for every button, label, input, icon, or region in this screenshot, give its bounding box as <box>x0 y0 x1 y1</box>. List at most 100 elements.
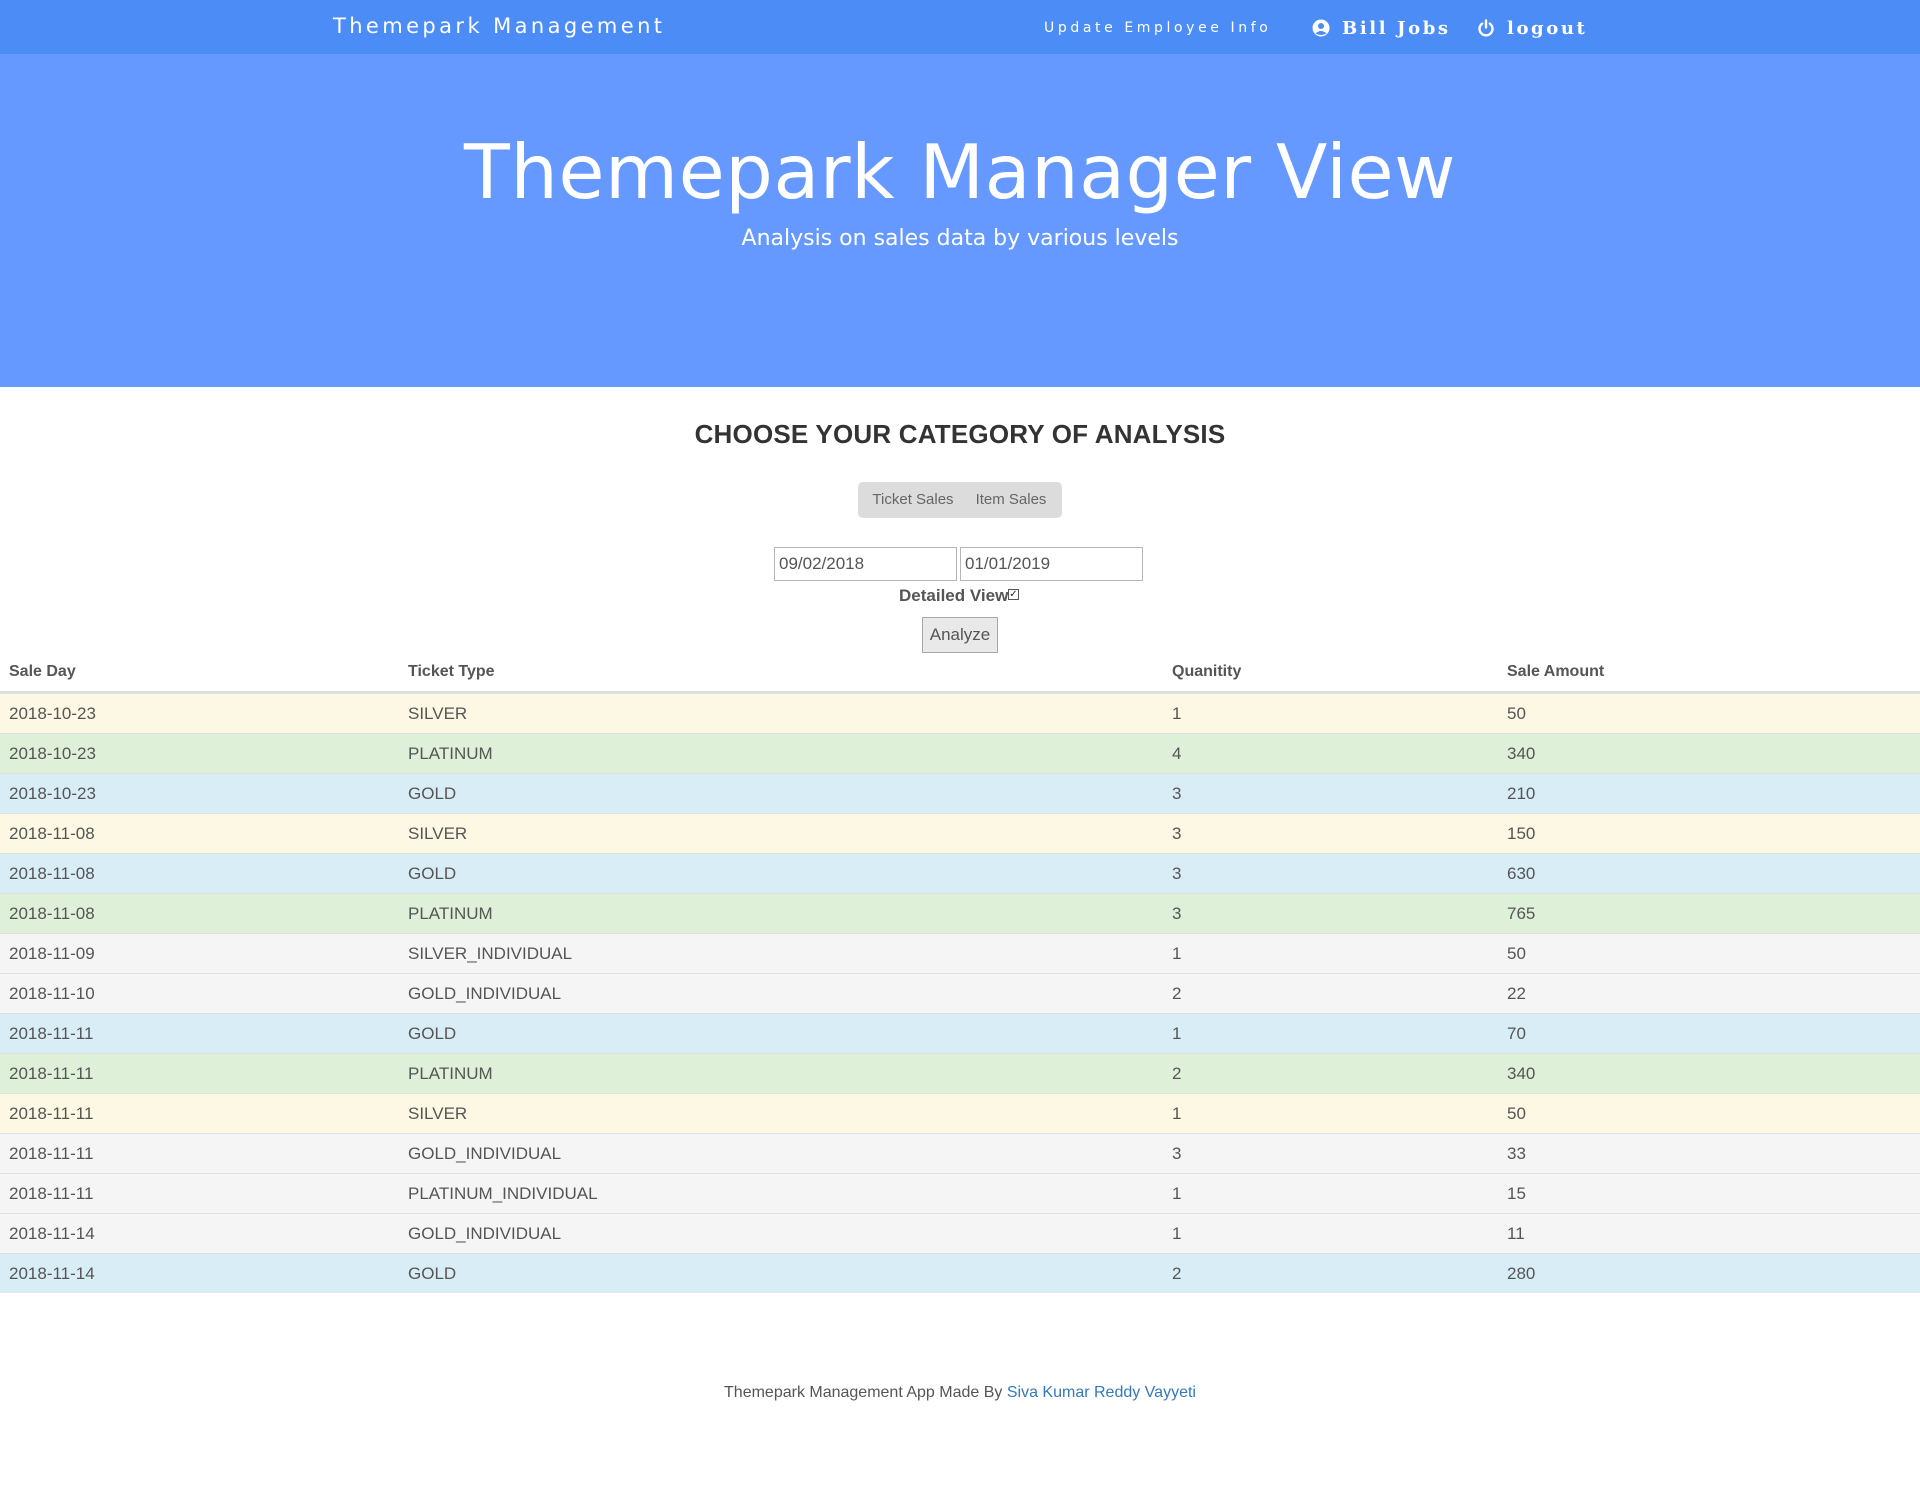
item-sales-button[interactable]: Item Sales <box>964 482 1058 518</box>
sale-day-cell: 2018-11-08 <box>9 864 95 883</box>
page-subtitle: Analysis on sales data by various levels <box>741 226 1179 251</box>
sale-day-cell: 2018-11-11 <box>9 1024 94 1043</box>
table-row: 2018-11-08 GOLD 3 630 <box>0 853 1920 893</box>
header-sale-amount: Sale Amount <box>1507 663 1605 680</box>
table-row: 2018-11-11 SILVER 1 50 <box>0 1093 1920 1133</box>
sale-day-cell: 2018-11-10 <box>9 984 95 1003</box>
ticket-type-cell: PLATINUM <box>408 1064 493 1083</box>
footer: Themepark Management App Made By Siva Ku… <box>0 1384 1920 1402</box>
sale-amount-cell: 280 <box>1507 1264 1536 1283</box>
sale-amount-cell: 11 <box>1507 1224 1525 1243</box>
ticket-type-cell: GOLD <box>408 1024 457 1043</box>
table-row: 2018-11-14 GOLD_INDIVIDUAL 1 11 <box>0 1213 1920 1253</box>
table-row: 2018-11-11 PLATINUM 2 340 <box>0 1053 1920 1093</box>
quantity-cell: 1 <box>1172 704 1182 723</box>
sale-day-cell: 2018-11-14 <box>9 1264 95 1283</box>
table-row: 2018-10-23 PLATINUM 4 340 <box>0 733 1920 773</box>
header-sale-day: Sale Day <box>9 663 76 680</box>
sale-amount-cell: 50 <box>1507 1104 1526 1123</box>
quantity-cell: 1 <box>1172 1104 1182 1123</box>
sale-day-cell: 2018-11-14 <box>9 1224 95 1243</box>
table-row: 2018-11-11 PLATINUM_INDIVIDUAL 1 15 <box>0 1173 1920 1213</box>
quantity-cell: 2 <box>1172 1064 1182 1083</box>
quantity-cell: 3 <box>1172 864 1182 883</box>
ticket-type-cell: SILVER <box>408 704 468 723</box>
sale-day-cell: 2018-10-23 <box>9 704 96 723</box>
sale-amount-cell: 50 <box>1507 944 1526 963</box>
navbar: Themepark Management Update Employee Inf… <box>0 0 1920 54</box>
sale-day-cell: 2018-11-11 <box>9 1064 94 1083</box>
sale-day-cell: 2018-11-08 <box>9 824 95 843</box>
ticket-type-cell: PLATINUM_INDIVIDUAL <box>408 1184 598 1203</box>
sale-day-cell: 2018-11-11 <box>9 1104 94 1123</box>
sale-amount-cell: 765 <box>1507 904 1536 923</box>
ticket-type-cell: SILVER <box>408 1104 468 1123</box>
table-row: 2018-11-08 PLATINUM 3 765 <box>0 893 1920 933</box>
quantity-cell: 3 <box>1172 824 1182 843</box>
sale-amount-cell: 630 <box>1507 864 1536 883</box>
ticket-type-cell: GOLD_INDIVIDUAL <box>408 1144 562 1163</box>
page-title: Themepark Manager View <box>464 128 1456 216</box>
ticket-sales-button[interactable]: Ticket Sales <box>866 482 960 518</box>
table-body: 2018-10-23 SILVER 1 50 2018-10-23 PLATINUM 4 34… <box>0 693 1920 1293</box>
quantity-cell: 1 <box>1172 1224 1182 1243</box>
end-date-input[interactable] <box>960 547 1143 581</box>
sale-amount-cell: 340 <box>1507 1064 1536 1083</box>
detailed-view-checkbox[interactable]: ✓ <box>1008 589 1019 600</box>
table-row: 2018-11-08 SILVER 3 150 <box>0 813 1920 853</box>
category-tabs: Ticket Sales Item Sales <box>858 482 1062 518</box>
sale-day-cell: 2018-11-09 <box>9 944 95 963</box>
hero-banner: Themepark Manager View Analysis on sales… <box>0 54 1920 387</box>
sale-day-cell: 2018-11-11 <box>9 1144 94 1163</box>
user-profile-link[interactable]: Bill Jobs <box>1312 18 1451 39</box>
ticket-type-cell: PLATINUM <box>408 904 493 923</box>
ticket-type-cell: GOLD <box>408 864 457 883</box>
table-row: 2018-11-09 SILVER_INDIVIDUAL 1 50 <box>0 933 1920 973</box>
table-row: 2018-11-11 GOLD 1 70 <box>0 1013 1920 1053</box>
sale-amount-cell: 150 <box>1507 824 1536 843</box>
user-name: Bill Jobs <box>1342 18 1451 39</box>
quantity-cell: 3 <box>1172 1144 1182 1163</box>
ticket-type-cell: GOLD <box>408 1264 457 1283</box>
sales-table: Sale Day Ticket Type Quanitity Sale Amou… <box>0 654 1920 1293</box>
ticket-type-cell: GOLD_INDIVIDUAL <box>408 984 562 1003</box>
analyze-button[interactable]: Analyze <box>922 617 998 653</box>
power-icon <box>1478 19 1494 37</box>
table-header: Sale Day Ticket Type Quanitity Sale Amou… <box>0 654 1920 693</box>
header-ticket-type: Ticket Type <box>408 663 495 680</box>
table-row: 2018-10-23 GOLD 3 210 <box>0 773 1920 813</box>
sale-amount-cell: 15 <box>1507 1184 1526 1203</box>
ticket-type-cell: SILVER <box>408 824 468 843</box>
quantity-cell: 3 <box>1172 904 1182 923</box>
ticket-type-cell: GOLD_INDIVIDUAL <box>408 1224 562 1243</box>
start-date-input[interactable] <box>774 547 957 581</box>
sale-amount-cell: 22 <box>1507 984 1526 1003</box>
header-quantity: Quanitity <box>1172 663 1242 680</box>
sale-day-cell: 2018-11-11 <box>9 1184 94 1203</box>
sale-amount-cell: 210 <box>1507 784 1536 803</box>
table-row: 2018-11-11 GOLD_INDIVIDUAL 3 33 <box>0 1133 1920 1173</box>
table-row: 2018-11-10 GOLD_INDIVIDUAL 2 22 <box>0 973 1920 1013</box>
sale-day-cell: 2018-10-23 <box>9 744 96 763</box>
sale-amount-cell: 33 <box>1507 1144 1526 1163</box>
ticket-type-cell: GOLD <box>408 784 457 803</box>
table-row: 2018-11-14 GOLD 2 280 <box>0 1253 1920 1293</box>
detailed-view-label: Detailed View <box>899 586 1009 605</box>
author-link[interactable]: Siva Kumar Reddy Vayyeti <box>1007 1384 1196 1401</box>
brand-link[interactable]: Themepark Management <box>333 14 665 38</box>
quantity-cell: 2 <box>1172 1264 1182 1283</box>
logout-label: logout <box>1507 18 1588 39</box>
update-employee-info-link[interactable]: Update Employee Info <box>1044 20 1271 36</box>
sale-day-cell: 2018-10-23 <box>9 784 96 803</box>
quantity-cell: 3 <box>1172 784 1182 803</box>
quantity-cell: 1 <box>1172 944 1182 963</box>
quantity-cell: 2 <box>1172 984 1182 1003</box>
analysis-heading: CHOOSE YOUR CATEGORY OF ANALYSIS <box>694 419 1226 449</box>
sale-amount-cell: 50 <box>1507 704 1526 723</box>
sale-amount-cell: 340 <box>1507 744 1536 763</box>
quantity-cell: 4 <box>1172 744 1182 763</box>
table-row: 2018-10-23 SILVER 1 50 <box>0 693 1920 733</box>
ticket-type-cell: PLATINUM <box>408 744 493 763</box>
logout-link[interactable]: logout <box>1477 18 1587 39</box>
ticket-type-cell: SILVER_INDIVIDUAL <box>408 944 573 963</box>
